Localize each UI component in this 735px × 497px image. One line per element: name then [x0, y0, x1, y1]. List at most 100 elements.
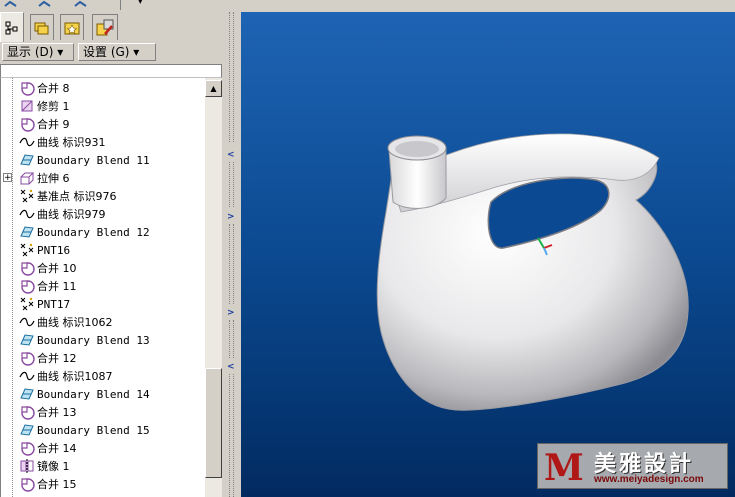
tree-item[interactable]: 曲线 标识1087	[7, 367, 113, 385]
tree-item[interactable]: 镜像 1	[7, 457, 70, 475]
favorites-folder-icon	[64, 22, 80, 34]
tree-item-label: Boundary Blend 14	[37, 387, 150, 401]
toolbar-tool-icon[interactable]	[38, 0, 52, 9]
tree-item[interactable]: Boundary Blend 14	[7, 385, 150, 403]
tree-item[interactable]: 合并 13	[7, 403, 77, 421]
tree-item[interactable]: Boundary Blend 12	[7, 223, 150, 241]
merge-icon	[19, 350, 35, 366]
tree-item-label: 修剪 1	[37, 100, 70, 113]
connections-icon	[96, 19, 114, 35]
tree-item-label: Boundary Blend 13	[37, 333, 150, 347]
tree-item[interactable]: 合并 8	[7, 79, 70, 97]
panel-splitter[interactable]: < > > <	[222, 12, 241, 497]
tree-item-label: 曲线 标识1062	[37, 316, 113, 329]
tree-item[interactable]: 曲线 标识1062	[7, 313, 113, 331]
tree-item[interactable]: Boundary Blend 11	[7, 151, 150, 169]
collapse-left-arrow-icon[interactable]: <	[227, 362, 235, 372]
tab-folder-browser[interactable]	[30, 14, 54, 40]
tree-item-label: 曲线 标识1087	[37, 370, 113, 383]
tree-item[interactable]: PNT16	[7, 241, 70, 259]
tree-item-label: Boundary Blend 11	[37, 153, 150, 167]
settings-menu-button[interactable]: 设置 (G) ▾	[78, 43, 156, 61]
toolbar-tool-icon[interactable]	[74, 0, 88, 9]
tree-column-header[interactable]	[0, 64, 222, 78]
tree-item-label: 基准点 标识976	[37, 190, 117, 203]
tab-favorites[interactable]	[60, 14, 84, 40]
tree-item[interactable]: + 拉伸 6	[3, 169, 70, 187]
boundary-blend-icon	[19, 332, 35, 348]
tree-item[interactable]: 合并 12	[7, 349, 77, 367]
splitter-grip	[229, 374, 234, 497]
tree-item[interactable]: 合并 11	[7, 277, 77, 295]
tree-guide-line	[12, 78, 13, 497]
meiya-logo-icon: M	[544, 447, 584, 488]
datum-point-icon	[19, 242, 35, 258]
curve-icon	[19, 206, 35, 222]
datum-point-icon	[19, 188, 35, 204]
tree-item[interactable]: 基准点 标识976	[7, 187, 117, 205]
tree-item-label: 合并 15	[37, 478, 77, 491]
merge-icon	[19, 260, 35, 276]
tree-item[interactable]: 修剪 1	[7, 97, 70, 115]
merge-icon	[19, 278, 35, 294]
tree-item[interactable]: 合并 9	[7, 115, 70, 133]
bottle-model[interactable]	[241, 12, 735, 497]
scroll-thumb[interactable]	[205, 368, 222, 478]
tab-connections[interactable]	[92, 14, 118, 40]
datum-point-icon	[19, 296, 35, 312]
tree-item[interactable]: Boundary Blend 15	[7, 421, 150, 439]
mirror-icon	[19, 458, 35, 474]
toolbar-separator	[120, 0, 121, 10]
curve-icon	[19, 314, 35, 330]
splitter-grip	[229, 224, 234, 304]
boundary-blend-icon	[19, 386, 35, 402]
toolbar-tool-icon[interactable]	[4, 0, 18, 9]
bottle-mouth-inner	[395, 141, 439, 157]
tree-item[interactable]: 合并 14	[7, 439, 77, 457]
tree-item-label: PNT17	[37, 297, 71, 311]
curve-icon	[19, 134, 35, 150]
model-tree: 合并 8 修剪 1 合并 9 曲线 标识931 Boundary Blend 11 + 拉伸…	[0, 78, 206, 497]
tree-item-label: 合并 9	[37, 118, 70, 131]
tree-item-label: 拉伸 6	[37, 172, 70, 185]
tree-menu-bar: 显示 (D) ▾ 设置 (G) ▾	[0, 42, 222, 62]
tree-item[interactable]: PNT17	[7, 295, 70, 313]
tree-item[interactable]: 合并 10	[7, 259, 77, 277]
watermark-url: www.meiyadesign.com	[594, 474, 704, 485]
graphics-viewport[interactable]	[241, 12, 735, 497]
merge-icon	[19, 80, 35, 96]
tree-item[interactable]: 曲线 标识979	[7, 205, 106, 223]
splitter-grip	[229, 162, 234, 207]
tree-item-label: 合并 13	[37, 406, 77, 419]
collapse-left-arrow-icon[interactable]: <	[227, 150, 235, 160]
tree-item[interactable]: 合并 15	[7, 475, 77, 493]
trim-icon	[19, 98, 35, 114]
tree-item-label: 合并 11	[37, 280, 77, 293]
tab-model-tree[interactable]	[0, 12, 24, 42]
expand-node-icon[interactable]: +	[3, 173, 12, 183]
display-menu-button[interactable]: 显示 (D) ▾	[2, 43, 74, 61]
folder-icon	[34, 22, 49, 34]
expand-right-arrow-icon[interactable]: >	[227, 212, 235, 222]
toolbar-dropdown-icon[interactable]: ▾	[138, 0, 143, 7]
watermark-logo: M 美雅設計 www.meiyadesign.com	[537, 443, 728, 489]
expand-right-arrow-icon[interactable]: >	[227, 308, 235, 318]
scroll-up-button[interactable]: ▲	[205, 80, 222, 97]
tree-item-label: 曲线 标识931	[37, 136, 106, 149]
tree-item-label: 合并 10	[37, 262, 77, 275]
merge-icon	[19, 116, 35, 132]
splitter-grip	[229, 12, 234, 142]
tree-scrollbar[interactable]: ▲	[205, 78, 222, 497]
tree-item-label: 曲线 标识979	[37, 208, 106, 221]
tree-item-label: Boundary Blend 15	[37, 423, 150, 437]
boundary-blend-icon	[19, 152, 35, 168]
splitter-grip	[229, 320, 234, 358]
svg-text:M: M	[544, 447, 584, 488]
tree-item-label: 镜像 1	[37, 460, 70, 473]
tree-item[interactable]: Boundary Blend 13	[7, 331, 150, 349]
merge-icon	[19, 440, 35, 456]
tree-item[interactable]: 曲线 标识931	[7, 133, 106, 151]
extrude-icon	[19, 170, 35, 186]
boundary-blend-icon	[19, 422, 35, 438]
navigator-tabs	[0, 12, 230, 42]
